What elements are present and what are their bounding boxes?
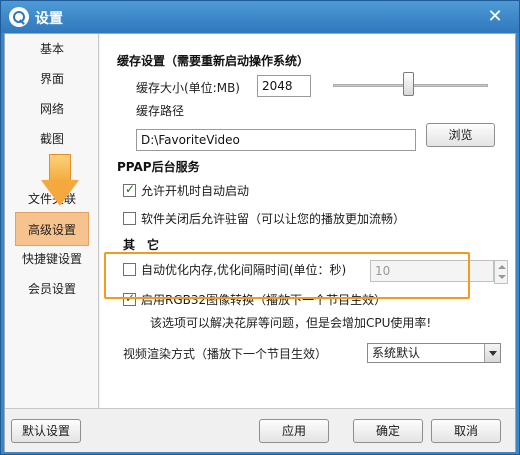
dialog-footer: 默认设置 应用 确定 取消 <box>5 408 515 452</box>
cache-section-title: 缓存设置（需要重新启动操作系统） <box>117 54 310 68</box>
sidebar-item-network[interactable]: 网络 <box>5 97 99 121</box>
autostart-checkbox[interactable] <box>123 182 136 197</box>
optimize-interval-input[interactable] <box>370 260 494 282</box>
autostart-label: 允许开机时自动启动 <box>141 184 250 198</box>
sidebar-item-advanced[interactable]: 高级设置 <box>15 212 89 246</box>
autostart-row[interactable]: 允许开机时自动启动 <box>123 182 249 199</box>
stay-resident-row[interactable]: 软件关闭后允许驻留（可以让您的播放更加流畅） <box>123 210 405 227</box>
browse-button[interactable]: 浏览 <box>426 123 495 147</box>
render-mode-label: 视频渲染方式（播放下一个节目生效） <box>123 347 328 361</box>
other-section-title: 其 它 <box>123 238 160 252</box>
rgb32-row[interactable]: 启用RGB32图像转换（播放下一个节目生效） <box>123 291 386 308</box>
window-title: 设置 <box>35 11 63 27</box>
stay-resident-checkbox[interactable] <box>123 212 136 225</box>
sidebar-item-membership[interactable]: 会员设置 <box>5 277 99 301</box>
app-logo-icon <box>9 7 29 27</box>
apply-button[interactable]: 应用 <box>259 419 329 443</box>
cache-path-label: 缓存路径 <box>136 104 185 118</box>
title-bar[interactable]: 设置 ✕ <box>1 1 519 33</box>
cache-size-slider-thumb[interactable] <box>403 72 414 96</box>
spin-up-icon[interactable] <box>498 265 506 269</box>
auto-optimize-checkbox[interactable] <box>123 263 136 276</box>
rgb32-checkbox[interactable] <box>123 291 136 306</box>
optimize-interval-spinner[interactable] <box>494 260 508 284</box>
dialog-client: 基本 界面 网络 截图 文件关联 高级设置 快捷键设置 会员设置 缓存设置（需要… <box>4 33 516 452</box>
settings-window: 设置 ✕ 基本 界面 网络 截图 文件关联 高级设置 快捷键设置 会员设置 缓存… <box>0 0 520 455</box>
stay-resident-label: 软件关闭后允许驻留（可以让您的播放更加流畅） <box>141 212 406 226</box>
auto-optimize-label: 自动优化内存,优化间隔时间(单位：秒) <box>141 263 347 277</box>
ok-button[interactable]: 确定 <box>353 419 423 443</box>
chevron-down-icon[interactable] <box>484 344 500 362</box>
settings-sidebar: 基本 界面 网络 截图 文件关联 高级设置 快捷键设置 会员设置 <box>5 34 99 408</box>
cache-size-input[interactable] <box>257 75 311 97</box>
ppap-section-title: PPAP后台服务 <box>117 160 200 174</box>
rgb32-note: 该选项可以解决花屏等问题，但是会增加CPU使用率! <box>150 316 432 330</box>
cache-size-label: 缓存大小(单位:MB) <box>136 81 240 95</box>
render-mode-select[interactable]: 系统默认 <box>367 343 501 363</box>
cancel-button[interactable]: 取消 <box>431 419 501 443</box>
close-button[interactable]: ✕ <box>485 7 505 27</box>
sidebar-item-screenshot[interactable]: 截图 <box>5 127 99 151</box>
sidebar-item-basic[interactable]: 基本 <box>5 37 99 61</box>
sidebar-item-interface[interactable]: 界面 <box>5 67 99 91</box>
spin-down-icon[interactable] <box>498 275 506 279</box>
render-mode-value: 系统默认 <box>372 346 421 360</box>
sidebar-item-hotkeys[interactable]: 快捷键设置 <box>5 247 99 271</box>
auto-optimize-row[interactable]: 自动优化内存,优化间隔时间(单位：秒) <box>123 261 346 278</box>
sidebar-item-file-association[interactable]: 文件关联 <box>5 187 99 211</box>
rgb32-label: 启用RGB32图像转换（播放下一个节目生效） <box>141 293 387 307</box>
advanced-settings-panel: 缓存设置（需要重新启动操作系统） 缓存大小(单位:MB) 缓存路径 浏览 PPA… <box>100 34 515 408</box>
default-settings-button[interactable]: 默认设置 <box>11 419 81 443</box>
cache-path-input[interactable] <box>136 129 416 151</box>
